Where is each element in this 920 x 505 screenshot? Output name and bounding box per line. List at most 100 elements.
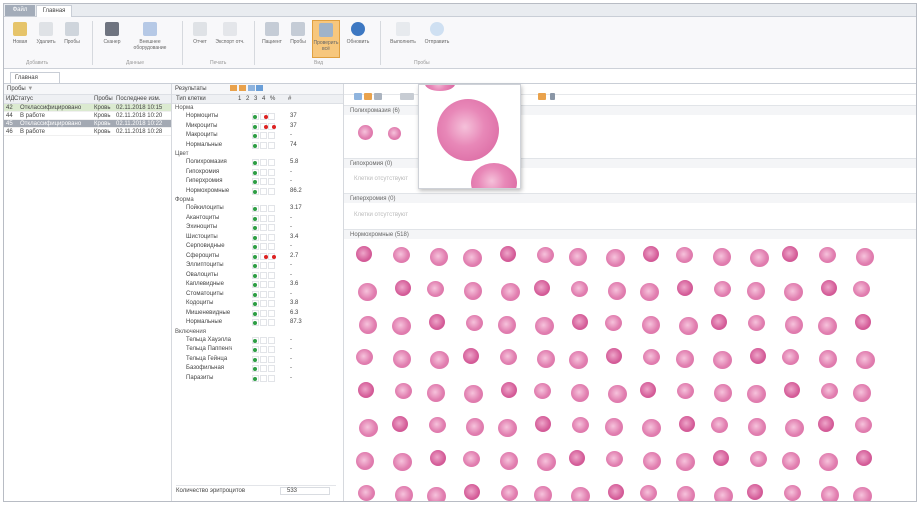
cell-thumbnail[interactable] <box>678 317 698 335</box>
cell-thumbnail[interactable] <box>856 450 872 466</box>
cell-thumbnail[interactable] <box>428 417 446 433</box>
cell-thumbnail[interactable] <box>714 487 733 501</box>
result-input-box[interactable] <box>268 271 275 279</box>
cell-thumbnail[interactable] <box>675 453 695 471</box>
cell-thumbnail[interactable] <box>394 280 411 296</box>
cell-thumbnail[interactable] <box>641 316 660 334</box>
cell-thumbnail[interactable] <box>853 487 872 501</box>
send-button[interactable]: Отправить <box>422 20 452 58</box>
filter-icon[interactable] <box>400 93 414 100</box>
layout-icon[interactable] <box>538 93 546 100</box>
section-hyperchromia[interactable]: Гиперхромия (0) <box>344 193 916 203</box>
cell-thumbnail[interactable] <box>427 487 446 501</box>
cell-thumbnail[interactable] <box>856 248 874 266</box>
result-input-box[interactable] <box>268 365 275 372</box>
results-group-header[interactable]: Цвет <box>172 150 343 158</box>
cell-thumbnail[interactable] <box>388 127 401 140</box>
cell-thumbnail[interactable] <box>711 417 728 433</box>
result-input-box[interactable] <box>260 132 267 139</box>
search-icon[interactable] <box>374 93 382 100</box>
samples-view-button[interactable]: Пробы <box>286 20 310 58</box>
cell-thumbnail[interactable] <box>607 484 624 500</box>
cell-thumbnail[interactable] <box>785 419 804 437</box>
cell-thumbnail[interactable] <box>535 317 554 335</box>
cell-thumbnail[interactable] <box>359 316 377 334</box>
result-row[interactable]: Нормальные 74 <box>172 141 343 151</box>
cell-thumbnail[interactable] <box>358 125 373 140</box>
result-row[interactable]: Нормохромные 86.2 <box>172 187 343 197</box>
chart-view-icon[interactable] <box>247 85 255 92</box>
result-row[interactable]: Тельца Хауэлла - <box>172 336 343 346</box>
cell-thumbnail[interactable] <box>712 450 729 466</box>
cell-thumbnail[interactable] <box>394 486 413 501</box>
result-input-box[interactable] <box>268 159 275 166</box>
cell-thumbnail[interactable] <box>677 280 693 296</box>
result-row[interactable]: Тельца Гейнца - <box>172 355 343 365</box>
cell-thumbnail[interactable] <box>430 351 449 369</box>
cell-thumbnail[interactable] <box>675 350 694 368</box>
result-input-box[interactable] <box>268 355 275 363</box>
result-row[interactable]: Пойкилоциты 3.17 <box>172 204 343 214</box>
result-row[interactable]: Овалоциты - <box>172 271 343 281</box>
result-row[interactable]: Базофильная - <box>172 364 343 374</box>
cell-thumbnail[interactable] <box>393 247 410 263</box>
result-input-box[interactable] <box>268 205 275 212</box>
result-input-box[interactable] <box>268 346 275 353</box>
result-row[interactable]: Нормальные 87.3 <box>172 318 343 328</box>
check-all-button[interactable]: Проверить всё <box>312 20 340 58</box>
cell-thumbnail[interactable] <box>535 416 551 432</box>
cell-thumbnail[interactable] <box>356 349 373 365</box>
cell-thumbnail[interactable] <box>819 350 837 368</box>
cell-thumbnail[interactable] <box>501 485 518 501</box>
cell-thumbnail[interactable] <box>677 383 694 399</box>
result-row[interactable]: Кодоциты 3.8 <box>172 299 343 309</box>
cell-thumbnail[interactable] <box>570 487 590 501</box>
result-row[interactable]: Каплевидные 3.6 <box>172 280 343 290</box>
cell-thumbnail[interactable] <box>714 384 732 402</box>
result-input-box[interactable] <box>260 355 267 363</box>
result-input-box[interactable] <box>260 374 267 382</box>
cell-thumbnail[interactable] <box>782 452 800 470</box>
column-modified[interactable]: Последнее изм. <box>116 95 166 104</box>
result-input-box[interactable] <box>260 243 267 250</box>
cell-thumbnail[interactable] <box>357 283 377 301</box>
result-row[interactable]: Мишеневидные 6.3 <box>172 309 343 319</box>
cell-thumbnail[interactable] <box>499 452 518 470</box>
result-input-box[interactable] <box>260 159 267 166</box>
result-row[interactable]: Нормоциты 37 <box>172 112 343 122</box>
cell-count-field[interactable]: 533 <box>280 487 330 495</box>
cell-thumbnail[interactable] <box>856 351 875 369</box>
cell-thumbnail[interactable] <box>817 317 837 335</box>
result-input-box[interactable] <box>260 271 267 279</box>
cell-thumbnail[interactable] <box>501 283 520 301</box>
cell-thumbnail[interactable] <box>817 416 834 432</box>
cell-thumbnail[interactable] <box>569 450 585 466</box>
cell-thumbnail[interactable] <box>572 314 588 330</box>
cell-thumbnail[interactable] <box>853 384 871 402</box>
result-input-box[interactable] <box>260 224 267 231</box>
cell-thumbnail[interactable] <box>678 416 695 432</box>
result-input-box[interactable] <box>268 141 275 149</box>
cell-thumbnail[interactable] <box>640 485 657 501</box>
result-row[interactable]: Акантоциты - <box>172 214 343 224</box>
sample-row[interactable]: 46 В работе Кровь 02.11.2018 10:28 <box>4 128 171 136</box>
cell-thumbnail[interactable] <box>746 484 763 500</box>
result-row[interactable]: Шистоциты 3.4 <box>172 233 343 243</box>
cell-thumbnail[interactable] <box>569 248 587 266</box>
result-input-box[interactable] <box>268 113 275 120</box>
result-input-box[interactable] <box>260 336 267 344</box>
cell-thumbnail[interactable] <box>783 382 800 398</box>
cell-thumbnail[interactable] <box>714 281 731 297</box>
sample-row[interactable]: 42 Отклассифицировано Кровь 02.11.2018 10:1… <box>4 104 171 112</box>
column-status[interactable]: Статус <box>14 95 94 104</box>
cell-thumbnail[interactable] <box>498 419 517 437</box>
result-input-box[interactable] <box>268 243 275 250</box>
result-row[interactable]: Сфероциты 2.7 <box>172 252 343 262</box>
section-normochromic[interactable]: Нормохромные (518) <box>344 229 916 239</box>
cell-thumbnail[interactable] <box>533 486 552 501</box>
cell-thumbnail[interactable] <box>462 451 480 467</box>
result-input-box[interactable] <box>260 300 267 307</box>
result-input-box[interactable] <box>268 290 275 298</box>
patient-button[interactable]: Пациент <box>260 20 284 58</box>
result-input-box[interactable] <box>260 141 267 149</box>
